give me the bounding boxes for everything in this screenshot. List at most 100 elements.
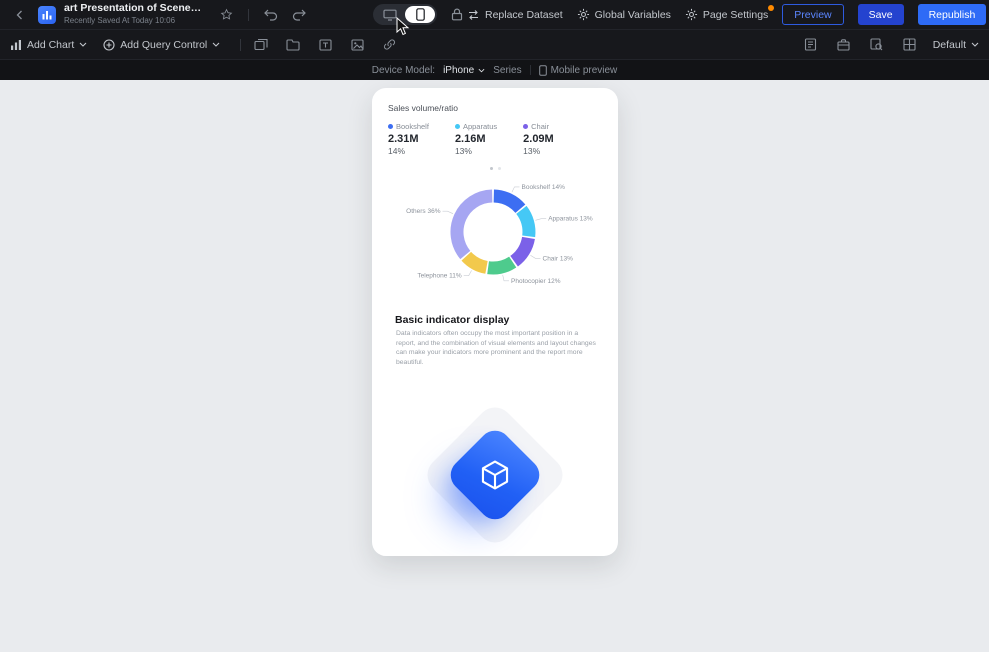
- search-report-icon: [870, 38, 883, 51]
- global-variables-label: Global Variables: [595, 9, 671, 21]
- legend-value: 2.09M: [523, 133, 554, 145]
- lock-button[interactable]: [447, 5, 467, 25]
- query-analysis-button[interactable]: [867, 35, 887, 55]
- circle-plus-icon: [103, 39, 115, 51]
- save-button[interactable]: Save: [858, 4, 904, 25]
- mobile-mode-button[interactable]: [405, 6, 435, 23]
- donut-chart-svg: Bookshelf 14%Apparatus 13%Chair 13%Photo…: [372, 175, 618, 293]
- republish-button[interactable]: Republish: [918, 4, 987, 25]
- undo-button[interactable]: [261, 5, 281, 25]
- preview-button[interactable]: Preview: [782, 4, 843, 25]
- divider: [248, 9, 249, 21]
- back-button[interactable]: [10, 5, 30, 25]
- device-series-label: Series: [493, 65, 521, 76]
- gear-icon: [685, 8, 698, 21]
- replace-dataset-label: Replace Dataset: [485, 9, 563, 21]
- chevron-down-icon: [478, 68, 485, 73]
- tab-icon: [286, 39, 300, 51]
- legend-percent: 13%: [523, 146, 554, 156]
- page-settings-label: Page Settings: [703, 9, 768, 21]
- legend-label: Bookshelf: [396, 122, 429, 131]
- section-body: Data indicators often occupy the most im…: [396, 329, 598, 367]
- carousel-dots[interactable]: [372, 167, 618, 170]
- theme-selector[interactable]: Default: [933, 39, 979, 51]
- redo-icon: [292, 9, 306, 21]
- text-widget-button[interactable]: [315, 35, 335, 55]
- link-icon: [383, 38, 396, 51]
- material-library-button[interactable]: [801, 35, 821, 55]
- svg-text:Others 36%: Others 36%: [406, 208, 441, 215]
- container-icon: [254, 38, 268, 51]
- svg-text:Telephone 11%: Telephone 11%: [417, 273, 462, 280]
- chart-widget[interactable]: Sales volume/ratio Bookshelf 2.31M 14% A…: [372, 103, 618, 293]
- device-model-label: Device Model:: [372, 65, 435, 76]
- svg-text:Photocopier 12%: Photocopier 12%: [511, 278, 561, 285]
- component-panel-button[interactable]: [900, 35, 920, 55]
- chevron-down-icon: [971, 42, 979, 47]
- edit-toolbar: Add Chart Add Query Control: [0, 30, 989, 60]
- legend-value: 2.31M: [388, 133, 429, 145]
- svg-text:Bookshelf 14%: Bookshelf 14%: [522, 184, 566, 191]
- legend-item: Bookshelf 2.31M 14%: [388, 122, 429, 156]
- image-icon: [351, 39, 364, 51]
- top-bar: art Presentation of Scenes..20... Recent…: [0, 0, 989, 30]
- legend-item: Apparatus 2.16M 13%: [455, 122, 497, 156]
- add-query-control-button[interactable]: Add Query Control: [103, 39, 220, 51]
- legend-value: 2.16M: [455, 133, 497, 145]
- divider: [240, 39, 241, 51]
- replace-dataset-button[interactable]: Replace Dataset: [467, 9, 563, 21]
- legend-percent: 14%: [388, 146, 429, 156]
- tab-widget-button[interactable]: [283, 35, 303, 55]
- carousel-dot: [490, 167, 493, 170]
- global-variables-button[interactable]: Global Variables: [577, 8, 671, 21]
- legend-dot: [523, 124, 528, 129]
- legend-label: Chair: [531, 122, 549, 131]
- device-model-selector[interactable]: iPhone: [443, 65, 485, 76]
- mobile-preview-icon: [539, 65, 547, 76]
- grid-icon: [903, 38, 916, 51]
- add-chart-label: Add Chart: [27, 39, 74, 51]
- chevron-down-icon: [79, 42, 87, 47]
- section-title: Basic indicator display: [395, 314, 618, 326]
- monitor-icon: [383, 9, 397, 21]
- device-toggle: [373, 4, 437, 25]
- undo-icon: [264, 9, 278, 21]
- add-chart-button[interactable]: Add Chart: [10, 39, 87, 51]
- swap-icon: [467, 9, 480, 21]
- notification-dot: [768, 5, 774, 11]
- favorite-button[interactable]: [216, 5, 236, 25]
- file-icon: [804, 38, 817, 51]
- page-settings-button[interactable]: Page Settings: [685, 8, 768, 21]
- image-widget-button[interactable]: [347, 35, 367, 55]
- brand-logo-widget[interactable]: [372, 399, 618, 551]
- indicator-widget[interactable]: Basic indicator display Data indicators …: [372, 314, 618, 367]
- redo-button[interactable]: [289, 5, 309, 25]
- chart-title: Sales volume/ratio: [388, 103, 618, 113]
- briefcase-icon: [837, 39, 850, 51]
- dashboard-app-icon: [38, 6, 56, 24]
- legend-dot: [388, 124, 393, 129]
- legend-item: Chair 2.09M 13%: [523, 122, 554, 156]
- theme-button[interactable]: [834, 35, 854, 55]
- bar-chart-icon: [10, 39, 22, 51]
- variables-icon: [577, 8, 590, 21]
- divider: [530, 65, 531, 75]
- legend-dot: [455, 124, 460, 129]
- desktop-mode-button[interactable]: [375, 6, 405, 23]
- mobile-preview-label: Mobile preview: [551, 65, 618, 76]
- container-widget-button[interactable]: [251, 35, 271, 55]
- star-icon: [220, 8, 233, 21]
- mobile-preview-toggle[interactable]: Mobile preview: [539, 65, 618, 76]
- chevron-down-icon: [212, 42, 220, 47]
- svg-text:Apparatus 13%: Apparatus 13%: [548, 216, 593, 223]
- phone-icon: [416, 8, 425, 21]
- theme-selected-value: Default: [933, 39, 966, 51]
- document-title: art Presentation of Scenes..20...: [64, 3, 204, 15]
- legend-label: Apparatus: [463, 122, 497, 131]
- mobile-preview-card: Sales volume/ratio Bookshelf 2.31M 14% A…: [372, 88, 618, 556]
- add-query-control-label: Add Query Control: [120, 39, 207, 51]
- editor-canvas[interactable]: Sales volume/ratio Bookshelf 2.31M 14% A…: [0, 80, 989, 652]
- link-widget-button[interactable]: [379, 35, 399, 55]
- device-model-value: iPhone: [443, 65, 474, 76]
- text-icon: [319, 39, 332, 51]
